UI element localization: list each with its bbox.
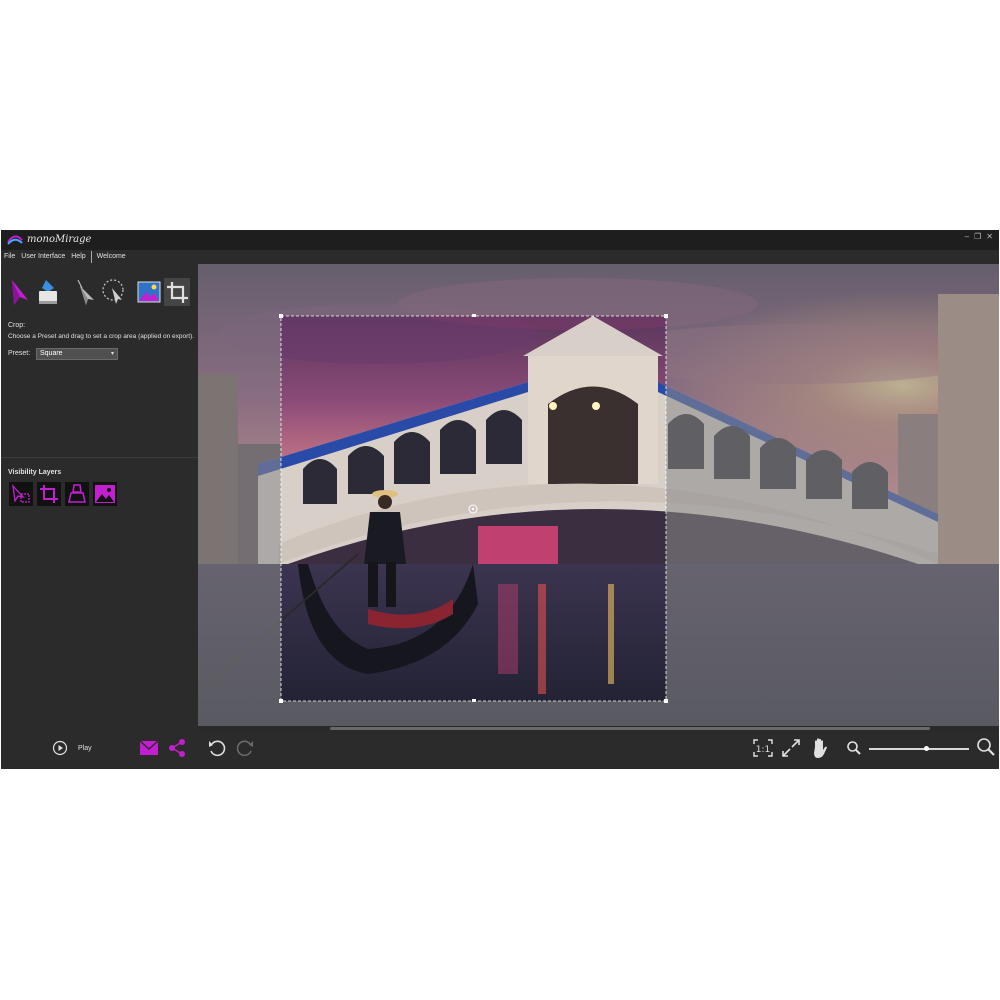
crop-handle[interactable] <box>664 314 668 318</box>
zoom-slider[interactable] <box>869 748 969 750</box>
play-label[interactable]: Play <box>78 745 92 752</box>
lasso-icon <box>102 279 124 304</box>
crop-handle[interactable] <box>279 314 283 318</box>
preset-dropdown[interactable]: Square ▾ <box>36 348 118 360</box>
visibility-layers-title: Visibility Layers <box>8 469 62 476</box>
lasso-tool-button[interactable] <box>100 278 124 306</box>
crop-icon <box>167 282 188 303</box>
maximize-button[interactable]: ❐ <box>974 232 981 241</box>
play-icon[interactable] <box>52 740 68 756</box>
fit-to-screen-icon[interactable] <box>781 738 801 758</box>
eraser-tool-button[interactable] <box>36 278 60 306</box>
image-tool-button[interactable] <box>137 278 161 306</box>
venice-photo <box>198 264 999 726</box>
chevron-down-icon: ▾ <box>110 351 114 357</box>
crop-handle[interactable] <box>472 314 476 317</box>
eraser-icon <box>39 280 57 304</box>
scrollbar-thumb[interactable] <box>330 727 930 730</box>
image-layer-icon <box>95 485 115 503</box>
zoom-in-icon[interactable] <box>976 737 996 757</box>
mail-icon[interactable] <box>139 740 159 756</box>
selection-layer-toggle[interactable] <box>9 482 33 506</box>
app-logo-icon <box>7 235 23 245</box>
window-controls: – ❐ ✕ <box>965 232 993 241</box>
eraser-layer-icon <box>68 484 86 503</box>
crop-handle[interactable] <box>279 699 283 703</box>
crop-description: Choose a Preset and drag to set a crop a… <box>8 333 195 340</box>
crop-layer-toggle[interactable] <box>37 482 61 506</box>
crop-handle[interactable] <box>664 699 668 703</box>
left-panel: Crop: Choose a Preset and drag to set a … <box>1 264 198 732</box>
title-bar: monoMirage – ❐ ✕ <box>1 230 999 250</box>
menu-user-interface[interactable]: User Interface <box>18 250 68 264</box>
menu-help[interactable]: Help <box>68 250 88 264</box>
panel-divider <box>1 457 198 458</box>
select-tool-button[interactable] <box>8 278 32 306</box>
undo-icon[interactable] <box>207 738 227 758</box>
menu-file[interactable]: File <box>1 250 18 264</box>
preset-label: Preset: <box>8 350 31 357</box>
app-window: monoMirage – ❐ ✕ File User Interface Hel… <box>1 230 999 769</box>
close-button[interactable]: ✕ <box>986 232 993 241</box>
bottom-bar: Play 1:1 <box>1 732 999 769</box>
preset-value: Square <box>40 350 63 357</box>
crop-tool-button[interactable] <box>164 278 190 306</box>
redo-icon[interactable] <box>235 738 255 758</box>
crop-layer-icon <box>40 485 58 503</box>
app-title: monoMirage <box>27 234 92 245</box>
zoom-slider-thumb[interactable] <box>924 746 929 751</box>
image-layer-toggle[interactable] <box>93 482 117 506</box>
menu-bar: File User Interface Help Welcome <box>1 250 999 264</box>
pointer-tool-button[interactable] <box>74 278 98 306</box>
crop-title: Crop: <box>8 322 26 329</box>
svg-text:1:1: 1:1 <box>756 745 770 755</box>
selection-layer-icon <box>12 484 30 503</box>
share-icon[interactable] <box>168 738 186 758</box>
eraser-layer-toggle[interactable] <box>65 482 89 506</box>
actual-size-icon[interactable]: 1:1 <box>753 739 773 757</box>
crop-handle[interactable] <box>472 699 476 702</box>
pointer-icon <box>77 279 94 305</box>
zoom-out-icon[interactable] <box>846 740 862 756</box>
pan-hand-icon[interactable] <box>811 737 829 759</box>
menu-divider <box>90 251 92 263</box>
image-canvas[interactable] <box>198 264 999 726</box>
menu-welcome[interactable]: Welcome <box>94 250 129 264</box>
minimize-button[interactable]: – <box>965 232 969 241</box>
magenta-arrow-icon <box>12 280 28 305</box>
image-icon <box>137 281 161 303</box>
